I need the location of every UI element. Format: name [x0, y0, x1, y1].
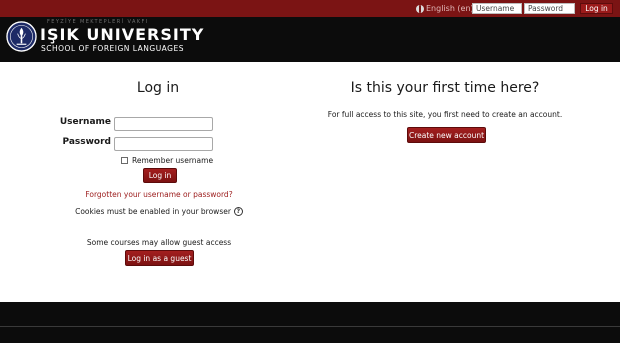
- password-input[interactable]: [114, 137, 213, 151]
- guest-access-note: Some courses may allow guest access: [86, 238, 232, 247]
- guest-login-button[interactable]: Log in as a guest: [125, 250, 194, 266]
- username-label: Username: [59, 117, 111, 127]
- login-title: Log in: [136, 80, 180, 96]
- site-logo[interactable]: FEYZİYE MEKTEPLERİ VAKFI IŞIK UNIVERSITY…: [6, 19, 203, 57]
- university-seal-icon: [6, 21, 37, 52]
- school-name: SCHOOL OF FOREIGN LANGUAGES: [41, 44, 184, 53]
- remember-checkbox[interactable]: [121, 157, 128, 164]
- help-icon[interactable]: ?: [233, 207, 243, 216]
- remember-username[interactable]: Remember username: [121, 156, 213, 165]
- header-username-input[interactable]: [472, 3, 522, 14]
- forgot-password-link[interactable]: Forgotten your username or password?: [50, 190, 268, 199]
- site-footer: [0, 302, 620, 343]
- header-login-button[interactable]: Log in: [580, 3, 613, 14]
- password-label: Password: [62, 137, 111, 147]
- cookies-notice: Cookies must be enabled in your browser …: [50, 207, 268, 216]
- remember-label: Remember username: [132, 156, 214, 165]
- username-input[interactable]: [114, 117, 213, 131]
- signup-description: For full access to this site, you first …: [327, 110, 563, 119]
- university-name: IŞIK UNIVERSITY: [40, 25, 205, 44]
- footer-divider: [0, 326, 620, 327]
- login-button[interactable]: Log in: [143, 168, 177, 183]
- first-time-title: Is this your first time here?: [350, 80, 540, 96]
- create-account-button[interactable]: Create new account: [407, 127, 486, 143]
- cookies-text: Cookies must be enabled in your browser: [75, 207, 231, 216]
- language-selector[interactable]: English (en): [416, 3, 474, 14]
- globe-icon: [416, 4, 424, 13]
- header-password-input[interactable]: [524, 3, 575, 14]
- language-label: English (en): [426, 4, 474, 13]
